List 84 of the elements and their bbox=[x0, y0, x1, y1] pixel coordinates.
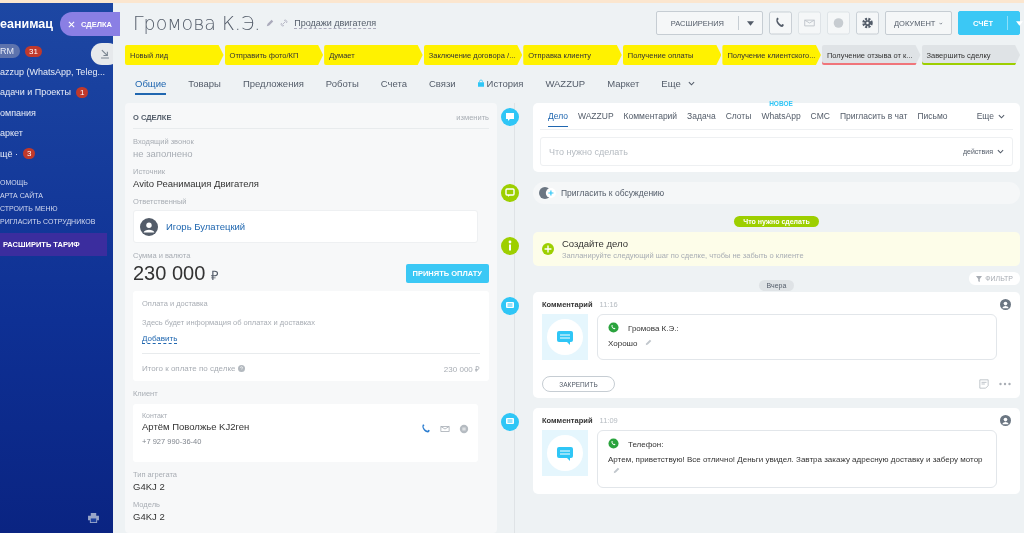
more-icon[interactable] bbox=[999, 382, 1011, 386]
close-icon bbox=[68, 20, 75, 28]
editor-tab[interactable]: Задача bbox=[687, 105, 716, 127]
lock-icon bbox=[477, 79, 484, 87]
editor-tab[interactable]: Комментарий bbox=[623, 105, 678, 127]
tab[interactable]: Общие bbox=[135, 73, 167, 95]
deal-title: Громова К.Э. bbox=[133, 12, 261, 34]
note-icon[interactable] bbox=[979, 379, 989, 389]
chevron-down-icon bbox=[998, 114, 1005, 119]
pencil-icon[interactable] bbox=[644, 339, 652, 346]
link-icon[interactable] bbox=[280, 19, 289, 27]
counter-badge: 3 bbox=[22, 148, 36, 160]
comment-icon bbox=[501, 108, 519, 126]
pencil-icon[interactable] bbox=[613, 467, 620, 475]
filter-icon bbox=[976, 275, 983, 282]
counter-badge: 1 bbox=[75, 86, 89, 98]
chevron-down-icon bbox=[997, 149, 1004, 154]
tab[interactable]: Роботы bbox=[325, 73, 359, 95]
message-text: Артем, приветствую! Все отлично! Деньги увидел. Завтра закажу адресную доставку и заберу мотор bbox=[608, 454, 986, 479]
editor-tab[interactable]: Пригласить в чат bbox=[839, 105, 908, 127]
whatsapp-icon bbox=[608, 322, 619, 333]
add-link[interactable]: Добавить bbox=[142, 334, 178, 344]
settings-icon[interactable] bbox=[856, 11, 879, 35]
phone-icon[interactable] bbox=[769, 11, 792, 35]
collapse-icon[interactable] bbox=[89, 43, 113, 65]
whatsapp-icon bbox=[608, 438, 619, 449]
tab[interactable]: Предложения bbox=[242, 73, 304, 95]
sidebar-item[interactable]: RM bbox=[0, 44, 20, 59]
info-icon bbox=[501, 237, 519, 255]
field-value: не заполнено bbox=[133, 148, 194, 159]
tab[interactable]: Связи bbox=[428, 73, 456, 95]
sidebar-item[interactable]: аркет bbox=[0, 128, 23, 139]
comment-icon bbox=[501, 297, 519, 315]
printer-icon[interactable] bbox=[88, 513, 99, 523]
counter-badge: 31 bbox=[25, 45, 42, 57]
pipeline-selector[interactable]: Продажи двигателя bbox=[294, 17, 377, 29]
add-icon[interactable] bbox=[542, 243, 554, 255]
amount-value: 230 000 bbox=[133, 262, 206, 285]
pencil-icon[interactable] bbox=[266, 19, 275, 27]
sidebar-item[interactable]: щё · bbox=[0, 148, 18, 159]
caret-icon bbox=[1016, 20, 1024, 26]
user-icon[interactable] bbox=[1000, 415, 1011, 426]
task-input[interactable]: Что нужно сделать bbox=[549, 146, 963, 157]
comment-icon bbox=[501, 413, 519, 431]
person-link[interactable]: Игорь Булатецкий bbox=[166, 221, 246, 232]
message-author: Телефон: bbox=[628, 440, 664, 449]
mail-icon[interactable] bbox=[798, 11, 821, 35]
editor-tab[interactable]: WAZZUP bbox=[578, 105, 614, 127]
tab[interactable]: Маркет bbox=[607, 73, 640, 95]
sidebar-item[interactable]: адачи и Проекты bbox=[0, 87, 71, 98]
total-label: Итого к оплате по сделке bbox=[142, 364, 236, 373]
sidebar-item[interactable]: омпания bbox=[0, 107, 36, 118]
create-task-title: Создайте дело bbox=[562, 238, 629, 249]
tab[interactable]: WAZZUP bbox=[545, 73, 586, 95]
message-icon bbox=[542, 314, 588, 360]
portal-title: еанимац bbox=[0, 17, 53, 31]
caret-icon bbox=[747, 20, 754, 26]
field-value: G4KJ 2 bbox=[133, 511, 166, 522]
message-icon bbox=[542, 430, 588, 476]
message-text: Хорошо bbox=[608, 338, 986, 351]
message-author: Громова К.Э.: bbox=[628, 324, 679, 333]
invite-field[interactable]: Пригласить к обсуждению bbox=[533, 182, 1020, 204]
mail-icon[interactable] bbox=[440, 424, 450, 434]
editor-tab[interactable]: Дело bbox=[548, 105, 568, 127]
total-value: 230 000 ₽ bbox=[443, 364, 480, 374]
tab[interactable]: Счета bbox=[380, 73, 407, 95]
chevron-down-icon bbox=[687, 80, 695, 86]
currency-sign: ₽ bbox=[211, 267, 220, 284]
tab[interactable]: Еще bbox=[661, 73, 695, 95]
field-value: Avito Реанимация Двигателя bbox=[133, 178, 260, 189]
field-value: G4KJ 2 bbox=[133, 481, 166, 492]
help-icon[interactable] bbox=[238, 365, 246, 372]
editor-tab[interactable]: Слоты bbox=[725, 105, 752, 127]
editor-tab[interactable]: Письмо bbox=[917, 105, 948, 127]
contact-name[interactable]: Артём Поволжье KJ2ген bbox=[142, 421, 412, 432]
more-tab[interactable]: Еще bbox=[976, 105, 1005, 127]
tab[interactable]: Товары bbox=[188, 73, 221, 95]
phone-icon[interactable] bbox=[421, 424, 431, 434]
add-person-icon bbox=[539, 187, 556, 199]
user-icon[interactable] bbox=[1000, 299, 1011, 310]
editor-tab[interactable]: СМС bbox=[810, 105, 830, 127]
sidebar-item[interactable]: azzup (WhatsApp, Teleg... bbox=[0, 66, 105, 77]
avatar-icon bbox=[140, 217, 158, 236]
tab[interactable]: История bbox=[477, 73, 524, 95]
